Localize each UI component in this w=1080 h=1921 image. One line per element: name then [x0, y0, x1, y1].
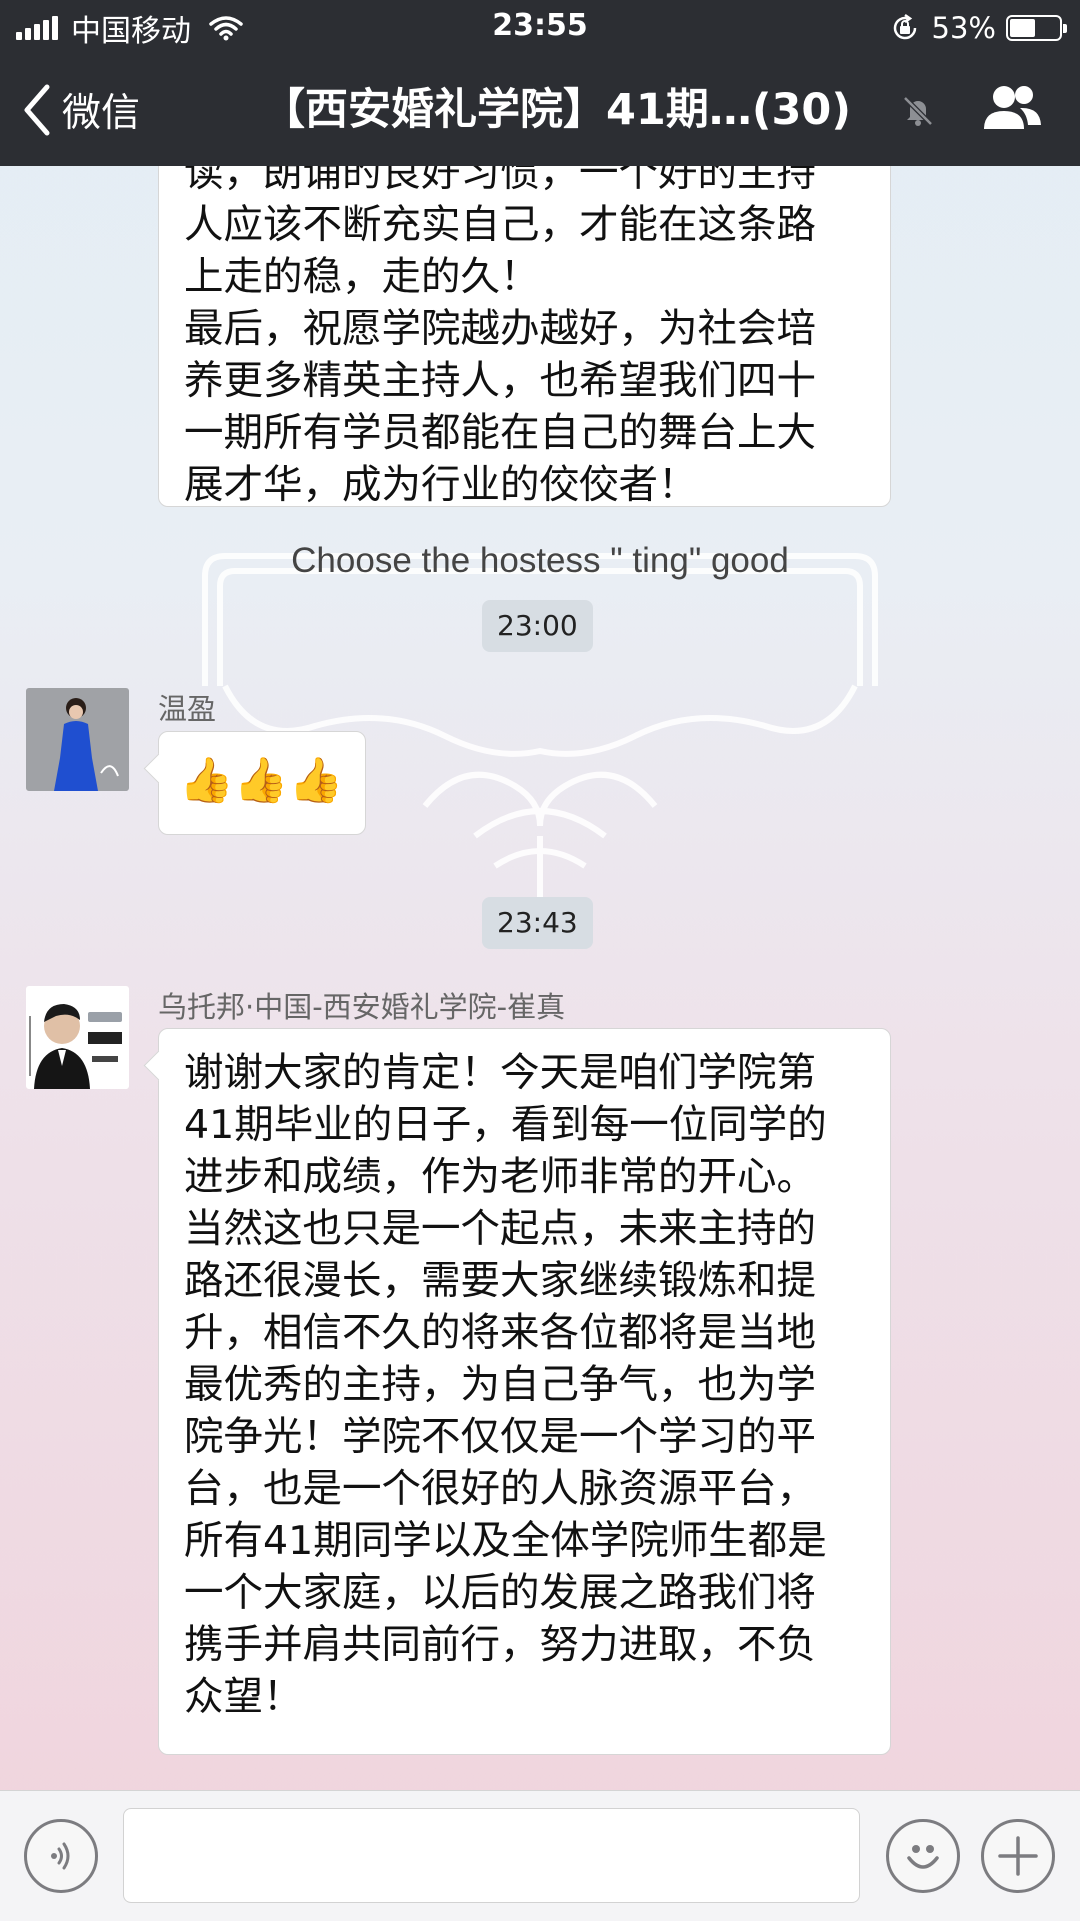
timestamp: 23:00 [482, 600, 593, 652]
chat-area[interactable]: Choose the hostess " ting" good 读，朗诵的良好习… [0, 166, 1080, 1790]
sender-name: 乌托邦·中国-西安婚礼学院-崔真 [158, 990, 566, 1024]
orientation-lock-icon [893, 13, 916, 40]
message-line: 上走的稳，走的久！ [184, 254, 540, 300]
emoji-icon [907, 1845, 939, 1869]
status-bar: 中国移动 23:55 53% [0, 0, 1080, 55]
message-line: 进步和成绩，作为老师非常的开心。 [184, 1154, 816, 1200]
back-button[interactable]: 微信 [22, 80, 140, 140]
back-label: 微信 [62, 91, 141, 136]
message-line: 路还很漫长，需要大家继续锻炼和提 [184, 1258, 816, 1304]
message-line: 展才华，成为行业的佼佼者！ [184, 462, 698, 508]
voice-button[interactable] [24, 1819, 98, 1893]
message-line: 养更多精英主持人，也希望我们四十 [184, 358, 816, 404]
message-line: 读，朗诵的良好习惯，一个好的主持 [184, 166, 816, 196]
message-bubble[interactable]: 👍👍👍 [143, 731, 366, 835]
mute-bell-icon [903, 96, 933, 126]
message-line: 最优秀的主持，为自己争气，也为学 [184, 1362, 816, 1408]
avatar-image [26, 688, 129, 791]
message-line: 谢谢大家的肯定！今天是咱们学院第 [184, 1050, 816, 1096]
message-input[interactable] [123, 1808, 860, 1903]
battery-fill [1010, 19, 1035, 37]
sender-name: 温盈 [158, 692, 217, 726]
message-line: 升，相信不久的将来各位都将是当地 [184, 1310, 816, 1356]
avatar-image [26, 986, 129, 1089]
chat-title[interactable]: 【西安婚礼学院】41期…(30) [262, 85, 851, 135]
group-members-icon[interactable] [980, 81, 1044, 135]
battery-icon [1006, 15, 1067, 41]
message-bubble[interactable]: 谢谢大家的肯定！今天是咱们学院第 41期毕业的日子，看到每一位同学的 进步和成绩… [143, 1028, 891, 1755]
message-line: 当然这也只是一个起点，未来主持的 [184, 1206, 816, 1252]
message-line: 41期毕业的日子，看到每一位同学的 [184, 1102, 827, 1148]
back-chevron-icon [24, 84, 50, 136]
background-caption: Choose the hostess " ting" good [291, 541, 789, 580]
message-line: 一个大家庭，以后的发展之路我们将 [184, 1570, 816, 1616]
message-line: 所有41期同学以及全体学院师生都是 [184, 1518, 827, 1564]
message-line: 院争光！学院不仅仅是一个学习的平 [184, 1414, 816, 1460]
message-line: 最后，祝愿学院越办越好，为社会培 [184, 306, 816, 352]
message-line: 一期所有学员都能在自己的舞台上大 [184, 410, 816, 456]
chat-header: 微信 【西安婚礼学院】41期…(30) [0, 55, 1080, 166]
timestamp: 23:43 [482, 897, 593, 949]
message-bubble[interactable]: 读，朗诵的良好习惯，一个好的主持 人应该不断充实自己，才能在这条路 上走的稳，走… [158, 166, 891, 508]
plus-icon [998, 1836, 1038, 1876]
battery-percent: 53% [931, 11, 996, 45]
message-line: 台，也是一个很好的人脉资源平台， [184, 1466, 816, 1512]
avatar[interactable] [26, 688, 129, 791]
avatar[interactable] [26, 986, 129, 1089]
message-line: 携手并肩共同前行，努力进取，不负 [184, 1622, 816, 1668]
thumbs-up-emoji: 👍👍👍 [179, 755, 344, 806]
plus-button[interactable] [981, 1819, 1055, 1893]
input-bar [0, 1790, 1080, 1921]
emoji-button[interactable] [886, 1819, 960, 1893]
voice-icon [51, 1842, 70, 1870]
message-line: 人应该不断充实自己，才能在这条路 [184, 202, 816, 248]
message-line: 众望！ [184, 1674, 303, 1720]
